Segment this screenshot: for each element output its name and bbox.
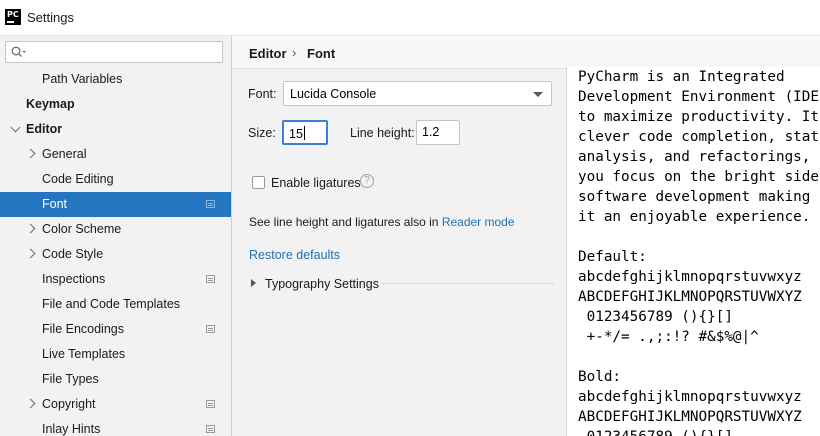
- breadcrumb: Editor › Font: [232, 36, 820, 69]
- sidebar-item-file-types[interactable]: File Types: [0, 367, 231, 392]
- sidebar-item-label: Color Scheme: [42, 222, 122, 236]
- breadcrumb-editor[interactable]: Editor: [249, 46, 287, 61]
- sidebar-item-path-variables[interactable]: Path Variables: [0, 67, 231, 92]
- pycharm-app-icon: PC: [5, 9, 21, 25]
- sidebar-item-copyright[interactable]: Copyright: [0, 392, 231, 417]
- preview-line: abcdefghijklmnopqrstuvwxyz: [578, 269, 802, 285]
- size-label: Size:: [248, 126, 276, 140]
- sidebar-item-label: Font: [42, 197, 68, 211]
- search-icon: [11, 46, 26, 57]
- sidebar-item-label: Path Variables: [42, 72, 123, 86]
- chevron-right-icon[interactable]: [25, 248, 36, 259]
- sidebar-item-label: File and Code Templates: [42, 297, 181, 311]
- preview-line: to maximize productivity. It: [578, 109, 820, 125]
- typography-settings-toggle[interactable]: Typography Settings: [265, 277, 379, 291]
- sidebar-item-editor[interactable]: Editor: [0, 117, 231, 142]
- project-scope-icon: [206, 325, 215, 333]
- chevron-right-icon[interactable]: [25, 398, 36, 409]
- preview-line: PyCharm is an Integrated: [578, 69, 785, 85]
- sidebar-item-code-style[interactable]: Code Style: [0, 242, 231, 267]
- preview-line: 0123456789 (){}[]: [578, 309, 733, 325]
- preview-line: Default:: [578, 249, 647, 265]
- sidebar-item-code-editing[interactable]: Code Editing: [0, 167, 231, 192]
- sidebar-item-general[interactable]: General: [0, 142, 231, 167]
- search-input[interactable]: [32, 44, 217, 60]
- title-bar: PC Settings: [0, 0, 820, 36]
- sidebar-item-label: Code Editing: [42, 172, 114, 186]
- settings-content: Editor › Font Font: Lucida Console Size:…: [232, 36, 820, 436]
- line-height-value: 1.2: [422, 125, 440, 139]
- chevron-right-icon[interactable]: [25, 148, 36, 159]
- sidebar-item-label: File Types: [42, 372, 99, 386]
- preview-line: +-*/= .,;:!? #&$%@|^: [578, 329, 759, 345]
- sidebar-item-label: Inspections: [42, 272, 106, 286]
- font-family-dropdown[interactable]: Lucida Console: [283, 81, 552, 106]
- project-scope-icon: [206, 425, 215, 433]
- dropdown-arrow-icon: [533, 92, 543, 97]
- preview-line: 0123456789 (){}[]: [578, 427, 733, 436]
- settings-sidebar: Path Variables Keymap Editor General Cod…: [0, 36, 232, 436]
- sidebar-item-label: Editor: [26, 122, 63, 136]
- preview-line: Development Environment (IDE: [578, 89, 820, 105]
- sidebar-item-inspections[interactable]: Inspections: [0, 267, 231, 292]
- sidebar-item-label: General: [42, 147, 87, 161]
- enable-ligatures-label[interactable]: Enable ligatures: [271, 176, 361, 190]
- sidebar-item-label: Keymap: [26, 97, 75, 111]
- sidebar-item-font[interactable]: Font: [0, 192, 231, 217]
- sidebar-item-label: Inlay Hints: [42, 422, 101, 436]
- font-size-field[interactable]: 15: [282, 120, 328, 145]
- enable-ligatures-checkbox[interactable]: [252, 176, 265, 189]
- restore-defaults-link[interactable]: Restore defaults: [249, 248, 340, 262]
- sidebar-item-label: Code Style: [42, 247, 104, 261]
- project-scope-icon: [206, 200, 215, 208]
- preview-line: Bold:: [578, 369, 622, 385]
- expand-arrow-icon[interactable]: [251, 279, 256, 287]
- sidebar-item-file-encodings[interactable]: File Encodings: [0, 317, 231, 342]
- sidebar-item-label: Live Templates: [42, 347, 126, 361]
- sidebar-item-live-templates[interactable]: Live Templates: [0, 342, 231, 367]
- preview-line: software development making: [578, 189, 811, 205]
- sidebar-item-inlay-hints[interactable]: Inlay Hints: [0, 417, 231, 436]
- font-label: Font:: [248, 87, 277, 101]
- reader-mode-link[interactable]: Reader mode: [442, 215, 515, 229]
- sidebar-item-color-scheme[interactable]: Color Scheme: [0, 217, 231, 242]
- ligatures-hint: See line height and ligatures also in Re…: [249, 215, 515, 229]
- project-scope-icon: [206, 275, 215, 283]
- chevron-down-icon[interactable]: [10, 122, 21, 133]
- preview-line: ABCDEFGHIJKLMNOPQRSTUVWXYZ: [578, 289, 802, 305]
- section-divider: [382, 283, 554, 284]
- font-preview-pane[interactable]: PyCharm is an Integrated Development Env…: [566, 67, 820, 436]
- sidebar-item-label: File Encodings: [42, 322, 124, 336]
- breadcrumb-font: Font: [307, 46, 336, 61]
- sidebar-item-label: Copyright: [42, 397, 96, 411]
- hint-text: See line height and ligatures also in: [249, 215, 439, 229]
- line-height-field[interactable]: 1.2: [416, 120, 460, 145]
- breadcrumb-separator: ›: [292, 45, 297, 60]
- font-family-value: Lucida Console: [290, 87, 377, 101]
- preview-line: it an enjoyable experience.: [578, 209, 811, 225]
- sidebar-item-keymap[interactable]: Keymap: [0, 92, 231, 117]
- preview-line: ABCDEFGHIJKLMNOPQRSTUVWXYZ: [578, 409, 802, 425]
- project-scope-icon: [206, 400, 215, 408]
- font-size-value: 15: [289, 127, 303, 141]
- preview-line: you focus on the bright side: [578, 169, 820, 185]
- chevron-right-icon[interactable]: [25, 223, 36, 234]
- text-caret: [303, 126, 305, 140]
- preview-line: abcdefghijklmnopqrstuvwxyz: [578, 389, 802, 405]
- preview-line: clever code completion, stat: [578, 129, 820, 145]
- window-title: Settings: [27, 10, 74, 25]
- app-icon-text: PC: [7, 10, 19, 19]
- line-height-label: Line height:: [350, 126, 415, 140]
- preview-line: analysis, and refactorings,: [578, 149, 811, 165]
- settings-search-box[interactable]: [5, 41, 223, 63]
- help-icon[interactable]: ?: [360, 174, 374, 188]
- sidebar-item-file-and-code-templates[interactable]: File and Code Templates: [0, 292, 231, 317]
